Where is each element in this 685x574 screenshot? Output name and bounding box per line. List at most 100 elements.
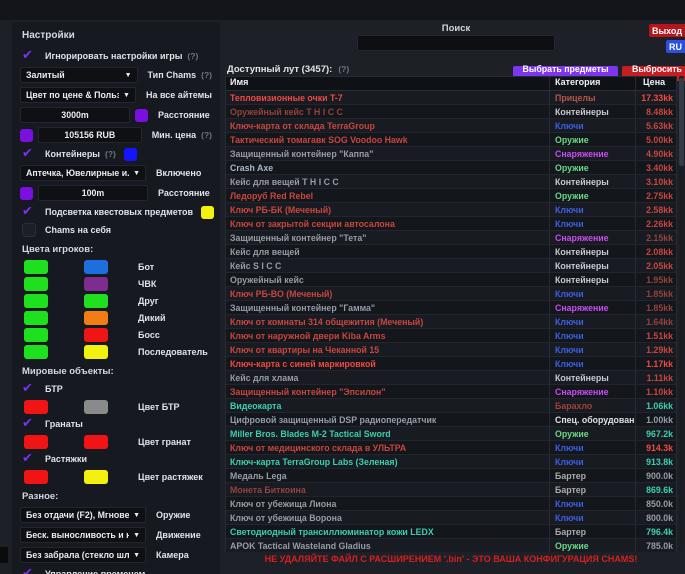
color-swatch[interactable] <box>201 206 214 219</box>
table-row[interactable]: Ключ от наружной двери Kiba ArmsКлючи1.5… <box>226 329 676 343</box>
color-swatch[interactable] <box>24 470 48 484</box>
color-swatch[interactable] <box>24 435 48 449</box>
color-swatch[interactable] <box>84 311 108 325</box>
checkbox-label: Chams на себя <box>45 225 111 235</box>
color-swatch[interactable] <box>24 277 48 291</box>
dropdown[interactable]: Цвет по цене & Пользователь▼ <box>20 87 136 103</box>
color-swatch[interactable] <box>84 277 108 291</box>
table-row[interactable]: Защищенный контейнер "Эпсилон"Снаряжение… <box>226 385 676 399</box>
table-row[interactable]: Ключ от убежища ВоронаКлючи800.0k <box>226 511 676 525</box>
item-price: 796.4k <box>635 525 676 538</box>
item-price: 914.3k <box>635 441 676 454</box>
table-row[interactable]: Оружейный кейсКонтейнеры1.95kk <box>226 273 676 287</box>
color-swatch[interactable] <box>24 311 48 325</box>
color-swatch[interactable] <box>135 109 148 122</box>
dropdown[interactable]: Беск. выносливость и нет уста▼ <box>20 527 146 543</box>
color-swatch[interactable] <box>24 400 48 414</box>
checkbox-unchecked[interactable] <box>22 223 36 237</box>
item-price: 3.10kk <box>635 175 676 188</box>
search-input[interactable] <box>357 35 555 51</box>
table-row[interactable]: Ключ от убежища ЛионаКлючи850.0k <box>226 497 676 511</box>
color-pair-row: Дикий <box>20 311 212 325</box>
color-swatch[interactable] <box>84 470 108 484</box>
column-header-category[interactable]: Категория <box>549 77 635 90</box>
checkbox-checked[interactable] <box>22 205 36 219</box>
table-row[interactable]: Ключ-карта от склада TerraGroupКлючи5.63… <box>226 119 676 133</box>
table-row[interactable]: Miller Bros. Blades M-2 Tactical SwordОр… <box>226 427 676 441</box>
dropdown-label: Движение <box>156 530 201 540</box>
language-button[interactable]: RU <box>666 40 685 53</box>
table-row[interactable]: Медаль LegaБартер900.0k <box>226 469 676 483</box>
table-row[interactable]: Защищенный контейнер "Гамма"Снаряжение1.… <box>226 301 676 315</box>
item-name: Оружейный кейс <box>226 275 549 285</box>
color-pair-label: Цвет гранат <box>138 437 191 447</box>
item-category: Ключи <box>549 203 635 216</box>
item-category: Контейнеры <box>549 245 635 258</box>
color-swatch[interactable] <box>84 260 108 274</box>
column-header-price[interactable]: Цена <box>635 77 676 90</box>
checkbox-checked[interactable] <box>22 417 36 431</box>
scrollbar-thumb[interactable] <box>679 78 684 166</box>
table-row[interactable]: Ключ РБ-БК (Меченый)Ключи2.58kk <box>226 203 676 217</box>
table-row[interactable]: Ключ от закрытой секции автосалонаКлючи2… <box>226 217 676 231</box>
table-row[interactable]: Ключ-карта TerraGroup Labs (Зеленая)Ключ… <box>226 455 676 469</box>
help-icon: (?) <box>338 64 349 74</box>
table-row[interactable]: Кейс для вещейКонтейнеры2.08kk <box>226 245 676 259</box>
table-row[interactable]: Ключ от квартиры на Чеканной 15Ключи1.29… <box>226 343 676 357</box>
table-row[interactable]: Защищенный контейнер "Тета"Снаряжение2.1… <box>226 231 676 245</box>
table-row[interactable]: Crash AxeОружие3.40kk <box>226 161 676 175</box>
dropdown-label: Камера <box>156 550 189 560</box>
table-row[interactable]: Ключ от медицинского склада в УЛЬТРАКлюч… <box>226 441 676 455</box>
color-swatch[interactable] <box>24 345 48 359</box>
color-swatch[interactable] <box>84 328 108 342</box>
table-row[interactable]: Тепловизионные очки T-7Прицелы17.33kk <box>226 91 676 105</box>
table-row[interactable]: Монета БиткоинаБартер869.6k <box>226 483 676 497</box>
table-row[interactable]: Ледоруб Red RebelОружие2.75kk <box>226 189 676 203</box>
table-row[interactable]: Ключ-карта с синей маркировкойКлючи1.17k… <box>226 357 676 371</box>
color-swatch[interactable] <box>24 294 48 308</box>
item-price: 1.06kk <box>635 399 676 412</box>
exit-button[interactable]: Выход <box>649 24 685 37</box>
color-swatch[interactable] <box>84 294 108 308</box>
color-swatch[interactable] <box>84 345 108 359</box>
item-price: 1.29kk <box>635 343 676 356</box>
dropdown[interactable]: Залитый▼ <box>20 67 138 83</box>
value-input[interactable]: 105156 RUB <box>38 127 142 143</box>
item-name: Тактический томагавк SOG Voodoo Hawk <box>226 135 549 145</box>
checkbox-checked[interactable] <box>22 452 36 466</box>
table-row[interactable]: Кейс для хламаКонтейнеры1.11kk <box>226 371 676 385</box>
color-swatch[interactable] <box>24 328 48 342</box>
table-row[interactable]: Ключ РБ-ВО (Меченый)Ключи1.85kk <box>226 287 676 301</box>
table-row[interactable]: Защищенный контейнер "Каппа"Снаряжение4.… <box>226 147 676 161</box>
checkbox-checked[interactable] <box>22 49 36 63</box>
color-swatch[interactable] <box>24 260 48 274</box>
dropdown-value: Аптечка, Ювелирные и... <box>26 168 129 178</box>
table-row[interactable]: Ключ от комнаты 314 общежития (Меченый)К… <box>226 315 676 329</box>
table-row[interactable]: Кейс S I C CКонтейнеры2.05kk <box>226 259 676 273</box>
dropdown[interactable]: Без отдачи (F2), Мгновенное п▼ <box>20 507 146 523</box>
table-row[interactable]: APOK Tactical Wasteland GladiusОружие785… <box>226 539 676 552</box>
table-row[interactable]: Цифровой защищенный DSP радиопередатчикС… <box>226 413 676 427</box>
chevron-down-icon: ▼ <box>133 552 140 559</box>
value-input[interactable]: 3000m <box>20 107 130 123</box>
table-row[interactable]: Оружейный кейс T H I C CКонтейнеры8.48kk <box>226 105 676 119</box>
value-input[interactable]: 100m <box>38 185 148 201</box>
color-swatch[interactable] <box>84 400 108 414</box>
chevron-down-icon: ▼ <box>133 532 140 539</box>
dropdown[interactable]: Без забрала (стекло шлема)▼ <box>20 547 146 563</box>
dropdown[interactable]: Аптечка, Ювелирные и...▼ <box>20 165 146 181</box>
color-swatch[interactable] <box>124 148 137 161</box>
color-swatch[interactable] <box>20 129 33 142</box>
table-row[interactable]: ВидеокартаБарахло1.06kk <box>226 399 676 413</box>
table-row[interactable]: Тактический томагавк SOG Voodoo HawkОруж… <box>226 133 676 147</box>
column-header-name[interactable]: Имя <box>226 77 549 90</box>
checkbox-checked[interactable] <box>22 147 36 161</box>
checkbox-checked[interactable] <box>22 567 36 574</box>
color-swatch[interactable] <box>20 187 33 200</box>
table-row[interactable]: Светодиодный трансиллюминатор кожи LEDXБ… <box>226 525 676 539</box>
table-scrollbar[interactable] <box>679 76 684 552</box>
input-label: Расстояние <box>158 110 210 120</box>
table-row[interactable]: Кейс для вещей T H I C CКонтейнеры3.10kk <box>226 175 676 189</box>
color-swatch[interactable] <box>84 435 108 449</box>
checkbox-checked[interactable] <box>22 382 36 396</box>
